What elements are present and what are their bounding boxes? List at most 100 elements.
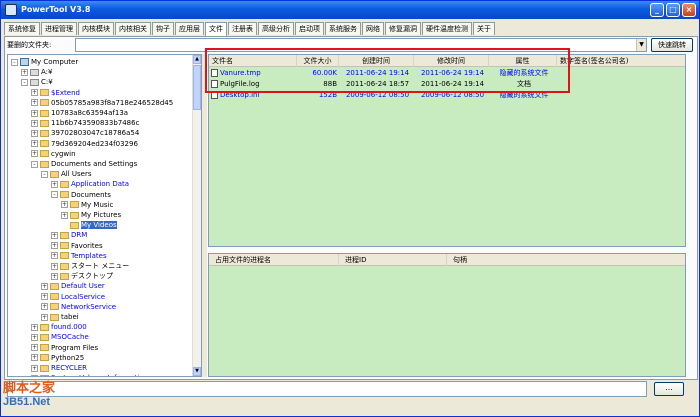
tab-13[interactable]: 硬件温度检测 bbox=[422, 22, 472, 35]
tree-node[interactable]: +79d369204ed234f03296 bbox=[31, 139, 138, 149]
tab-11[interactable]: 网络 bbox=[362, 22, 384, 35]
expand-icon[interactable]: + bbox=[31, 354, 38, 362]
tree-node[interactable]: + cygwin bbox=[31, 149, 76, 159]
tab-strip: 系统修复 进程管理 内核模块 内核相关 钩子 应用层 文件 注册表 高级分析 启动项 系统服务 网络修… bbox=[4, 22, 496, 36]
minimize-button[interactable]: _ bbox=[650, 3, 664, 17]
tab-1[interactable]: 进程管理 bbox=[41, 22, 77, 35]
column-header[interactable]: 数字签名(签名公司名) bbox=[557, 55, 685, 67]
expand-icon[interactable]: + bbox=[51, 231, 58, 239]
tree-node[interactable]: +10783a8c63594af13a bbox=[31, 108, 128, 118]
tab-8[interactable]: 高级分析 bbox=[258, 22, 294, 35]
tree-node-label: 05b05785a983f8a718e246528d45 bbox=[51, 98, 174, 107]
tree-node[interactable]: + $Extend bbox=[31, 88, 80, 98]
tree-node[interactable]: - C:¥ bbox=[21, 77, 53, 87]
tree-node[interactable]: + A:¥ bbox=[21, 67, 52, 77]
column-header[interactable]: 句柄 bbox=[447, 254, 685, 266]
tree-node[interactable]: My Videos bbox=[61, 220, 117, 230]
expand-icon[interactable]: + bbox=[41, 293, 48, 301]
tab-9[interactable]: 启动项 bbox=[295, 22, 324, 35]
expand-icon[interactable]: + bbox=[31, 99, 38, 107]
tree-node[interactable]: +11b6b743590833b7486c bbox=[31, 118, 139, 128]
process-list[interactable]: 占用文件的进程名 进程ID 句柄 bbox=[208, 253, 686, 377]
tab-12[interactable]: 修复漏洞 bbox=[385, 22, 421, 35]
scroll-down-icon[interactable]: ▼ bbox=[193, 367, 201, 376]
expand-icon[interactable]: + bbox=[31, 89, 38, 97]
scroll-thumb[interactable] bbox=[193, 65, 201, 110]
tree-node[interactable]: + found.000 bbox=[31, 322, 87, 332]
folder-icon bbox=[40, 89, 49, 97]
collapse-icon[interactable]: - bbox=[51, 191, 58, 199]
tree-node[interactable]: + Default User bbox=[41, 281, 105, 291]
expand-icon[interactable]: + bbox=[31, 323, 38, 331]
watermark-line2: JB51.Net bbox=[3, 396, 51, 408]
tree-node[interactable]: + Favorites bbox=[51, 241, 103, 251]
tree-node[interactable]: - All Users bbox=[41, 169, 92, 179]
tab-3[interactable]: 内核相关 bbox=[115, 22, 151, 35]
expand-icon[interactable]: + bbox=[51, 252, 58, 260]
tab-5[interactable]: 应用层 bbox=[175, 22, 204, 35]
tree-node[interactable]: + Python25 bbox=[31, 353, 84, 363]
expand-icon[interactable]: + bbox=[31, 129, 38, 137]
tab-6[interactable]: 文件 bbox=[205, 22, 227, 36]
collapse-icon[interactable]: - bbox=[41, 170, 48, 178]
tree-scrollbar[interactable]: ▲ ▼ bbox=[192, 55, 201, 376]
tree-node[interactable]: +39702803047c18786a54 bbox=[31, 128, 139, 138]
column-header[interactable]: 进程ID bbox=[339, 254, 447, 266]
expand-icon[interactable]: + bbox=[31, 109, 38, 117]
collapse-icon[interactable]: - bbox=[31, 160, 38, 168]
tree-node[interactable]: + DRM bbox=[51, 230, 87, 240]
tree-node[interactable]: + Application Data bbox=[51, 179, 129, 189]
tree-node[interactable]: + MSOCache bbox=[31, 332, 89, 342]
expand-icon[interactable]: + bbox=[41, 303, 48, 311]
tree-node[interactable]: + スタート メニュー bbox=[51, 261, 129, 271]
expand-icon[interactable]: + bbox=[61, 201, 68, 209]
tree-node[interactable]: + My Music bbox=[61, 200, 113, 210]
expand-icon[interactable]: + bbox=[31, 150, 38, 158]
column-header[interactable]: 占用文件的进程名 bbox=[209, 254, 339, 266]
tree-node[interactable]: - My Computer bbox=[11, 57, 78, 67]
tree-node[interactable]: + Templates bbox=[51, 251, 107, 261]
expand-icon[interactable]: + bbox=[51, 272, 58, 280]
tree-node[interactable]: - Documents and Settings bbox=[31, 159, 137, 169]
tree-node[interactable]: - Documents bbox=[51, 190, 111, 200]
tree-node[interactable]: +05b05785a983f8a718e246528d45 bbox=[31, 98, 173, 108]
expand-icon[interactable]: + bbox=[51, 262, 58, 270]
scroll-up-icon[interactable]: ▲ bbox=[193, 55, 201, 64]
expand-icon[interactable]: + bbox=[51, 242, 58, 250]
browse-button[interactable]: ... bbox=[654, 382, 684, 396]
tab-7[interactable]: 注册表 bbox=[228, 22, 257, 35]
expand-icon[interactable]: + bbox=[31, 140, 38, 148]
collapse-icon[interactable]: - bbox=[11, 58, 18, 66]
maximize-button[interactable]: □ bbox=[666, 3, 680, 17]
jump-button[interactable]: 快速跳转 bbox=[651, 38, 693, 52]
expand-icon[interactable]: + bbox=[31, 333, 38, 341]
expand-icon[interactable]: + bbox=[21, 68, 28, 76]
expand-icon[interactable]: + bbox=[51, 180, 58, 188]
tree-node[interactable]: + NetworkService bbox=[41, 302, 116, 312]
expand-icon[interactable]: + bbox=[31, 119, 38, 127]
expand-icon[interactable]: + bbox=[31, 364, 38, 372]
folder-icon bbox=[40, 354, 49, 362]
tree-node-label: C:¥ bbox=[41, 78, 53, 87]
collapse-icon[interactable]: - bbox=[21, 78, 28, 86]
tab-10[interactable]: 系统服务 bbox=[325, 22, 361, 35]
tab-14[interactable]: 关于 bbox=[473, 22, 495, 35]
tree-node-label: Application Data bbox=[71, 180, 130, 189]
tree-node[interactable]: + Program Files bbox=[31, 343, 98, 353]
expand-icon[interactable]: + bbox=[31, 344, 38, 352]
tab-2[interactable]: 内核模块 bbox=[78, 22, 114, 35]
tree-node[interactable]: + My Pictures bbox=[61, 210, 121, 220]
tree-node[interactable]: + LocalService bbox=[41, 292, 105, 302]
chevron-down-icon[interactable]: ▼ bbox=[636, 39, 646, 51]
expand-icon[interactable]: + bbox=[61, 211, 68, 219]
tree-node[interactable]: + RECYCLER bbox=[31, 363, 87, 373]
folder-tree[interactable]: ▲ ▼ - My Computer + A:¥ - C:¥ + $Extend +05b0578… bbox=[7, 54, 202, 377]
pane-splitter[interactable] bbox=[202, 54, 207, 377]
tree-node[interactable]: + デスクトップ bbox=[51, 271, 113, 281]
tab-4[interactable]: 钩子 bbox=[152, 22, 174, 35]
tab-0[interactable]: 系统修复 bbox=[4, 22, 40, 35]
expand-icon[interactable]: + bbox=[41, 282, 48, 290]
tree-node[interactable]: + tabei bbox=[41, 312, 79, 322]
expand-icon[interactable]: + bbox=[41, 313, 48, 321]
close-button[interactable]: × bbox=[682, 3, 696, 17]
